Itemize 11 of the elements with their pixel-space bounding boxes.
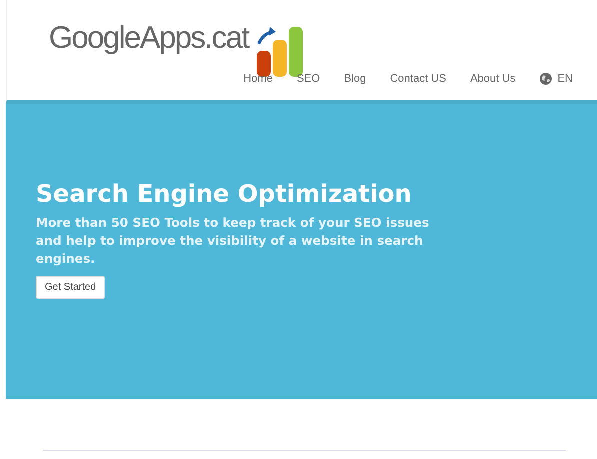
nav-link[interactable]: SEO bbox=[284, 73, 332, 85]
language-link[interactable]: EN bbox=[558, 73, 573, 85]
globe-icon[interactable] bbox=[540, 73, 552, 85]
nav-link[interactable]: Home bbox=[232, 73, 285, 85]
logo-text[interactable]: GoogleApps.cat bbox=[49, 20, 249, 56]
hero-subtitle: More than 50 SEO Tools to keep track of your SEO issues and help to improve the visibility of a website in search engines. bbox=[36, 215, 430, 268]
nav-link[interactable]: About Us bbox=[458, 73, 528, 85]
get-started-button[interactable]: Get Started bbox=[36, 276, 106, 299]
nav-link[interactable]: Blog bbox=[332, 73, 378, 85]
nav-link[interactable]: Contact US bbox=[378, 73, 458, 85]
hero-title: Search Engine Optimization bbox=[36, 180, 413, 208]
